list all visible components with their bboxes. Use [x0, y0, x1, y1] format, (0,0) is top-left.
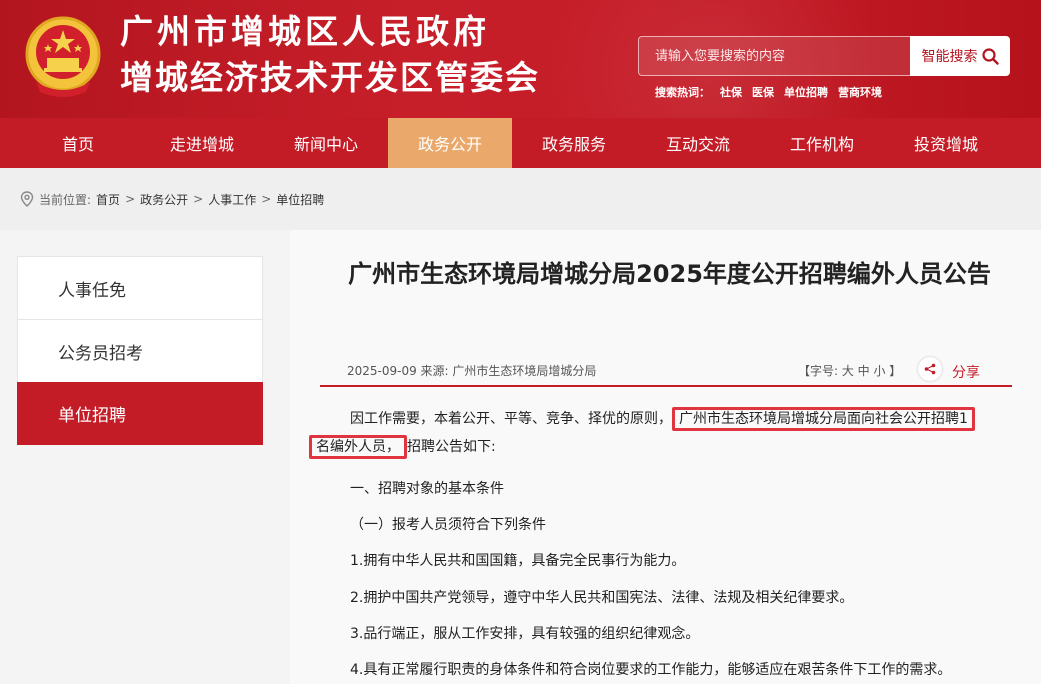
article-meta: 2025-09-09 来源: 广州市生态环境局增城分局 【字号: 大 中 小 】… [320, 354, 1012, 387]
search-button-label: 智能搜索 [921, 49, 978, 65]
share-icon[interactable] [918, 357, 942, 381]
nav-item-investment[interactable]: 投资增城 [884, 118, 1008, 168]
national-emblem-icon [25, 16, 101, 97]
hot-search-words: 搜索热词： 社保 医保 单位招聘 营商环境 [655, 84, 882, 100]
nav-item-home[interactable]: 首页 [16, 118, 140, 168]
paragraph-intro-cont: 名编外人员， 招聘公告如下: [309, 435, 496, 459]
location-pin-icon [20, 191, 34, 207]
main-nav: 首页 走进增城 新闻中心 政务公开 政务服务 互动交流 工作机构 投资增城 [0, 118, 1041, 168]
condition-item: 3.品行端正，服从工作安排，具有较强的组织纪律观念。 [350, 626, 700, 642]
condition-item: 4.具有正常履行职责的身体条件和符合岗位要求的工作能力，能够适应在艰苦条件下工作… [350, 662, 952, 678]
intro-text-end: 招聘公告如下: [407, 439, 496, 455]
hot-word-link[interactable]: 营商环境 [838, 84, 882, 100]
highlighted-text: 广州市生态环境局增城分局面向社会公开招聘1 [672, 407, 975, 431]
article-date-source: 2025-09-09 来源: 广州市生态环境局增城分局 [347, 364, 597, 378]
hot-word-link[interactable]: 社保 [720, 84, 742, 100]
paragraph-intro: 因工作需要，本着公开、平等、竞争、择优的原则， 广州市生态环境局增城分局面向社会公… [350, 407, 975, 431]
breadcrumb-separator: > [261, 192, 272, 206]
nav-item-news[interactable]: 新闻中心 [264, 118, 388, 168]
site-title-line2: 增城经济技术开发区管委会 [120, 58, 540, 97]
nav-item-gov-services[interactable]: 政务服务 [512, 118, 636, 168]
nav-item-about[interactable]: 走进增城 [140, 118, 264, 168]
smart-search-button[interactable]: 智能搜索 [910, 36, 1010, 76]
hot-word-link[interactable]: 单位招聘 [784, 84, 828, 100]
breadcrumb: 当前位置: 首页 > 政务公开 > 人事工作 > 单位招聘 [0, 168, 1041, 230]
breadcrumb-separator: > [125, 192, 136, 206]
sidebar-item-appointments[interactable]: 人事任免 [17, 256, 263, 319]
sidebar-item-unit-recruitment[interactable]: 单位招聘 [17, 382, 263, 445]
share-link[interactable]: 分享 [952, 362, 980, 382]
breadcrumb-label: 当前位置: [39, 192, 92, 207]
condition-item: 1.拥有中华人民共和国国籍，具备完全民事行为能力。 [350, 553, 686, 569]
condition-item: 2.拥护中国共产党领导，遵守中华人民共和国宪法、法律、法规及相关纪律要求。 [350, 590, 854, 606]
article-title: 广州市生态环境局增城分局2025年度公开招聘编外人员公告 [348, 260, 991, 288]
highlighted-text: 名编外人员， [309, 435, 407, 459]
nav-item-gov-affairs-open[interactable]: 政务公开 [388, 118, 512, 168]
search-icon [981, 47, 999, 65]
font-size-switcher[interactable]: 【字号: 大 中 小 】 [798, 362, 901, 379]
nav-item-agencies[interactable]: 工作机构 [760, 118, 884, 168]
search-input[interactable] [638, 36, 910, 76]
intro-text: 因工作需要，本着公开、平等、竞争、择优的原则， [350, 411, 672, 427]
breadcrumb-link-gov-affairs[interactable]: 政务公开 [140, 191, 188, 208]
site-header: 广州市增城区人民政府 增城经济技术开发区管委会 智能搜索 搜索热词： 社保 医保… [0, 0, 1041, 118]
breadcrumb-link-personnel[interactable]: 人事工作 [208, 191, 256, 208]
section-heading: 一、招聘对象的基本条件 [350, 481, 504, 497]
hot-words-label: 搜索热词： [655, 86, 710, 99]
search-box: 智能搜索 [638, 36, 1010, 76]
breadcrumb-link-recruitment[interactable]: 单位招聘 [276, 191, 324, 208]
hot-word-link[interactable]: 医保 [752, 84, 774, 100]
subsection-heading: （一）报考人员须符合下列条件 [350, 517, 546, 533]
sidebar-item-civil-service-exam[interactable]: 公务员招考 [17, 319, 263, 382]
sidebar: 人事任免 公务员招考 单位招聘 [17, 256, 263, 445]
site-title-line1: 广州市增城区人民政府 [120, 12, 490, 51]
breadcrumb-separator: > [193, 192, 204, 206]
nav-item-interaction[interactable]: 互动交流 [636, 118, 760, 168]
breadcrumb-link-home[interactable]: 首页 [96, 191, 120, 208]
